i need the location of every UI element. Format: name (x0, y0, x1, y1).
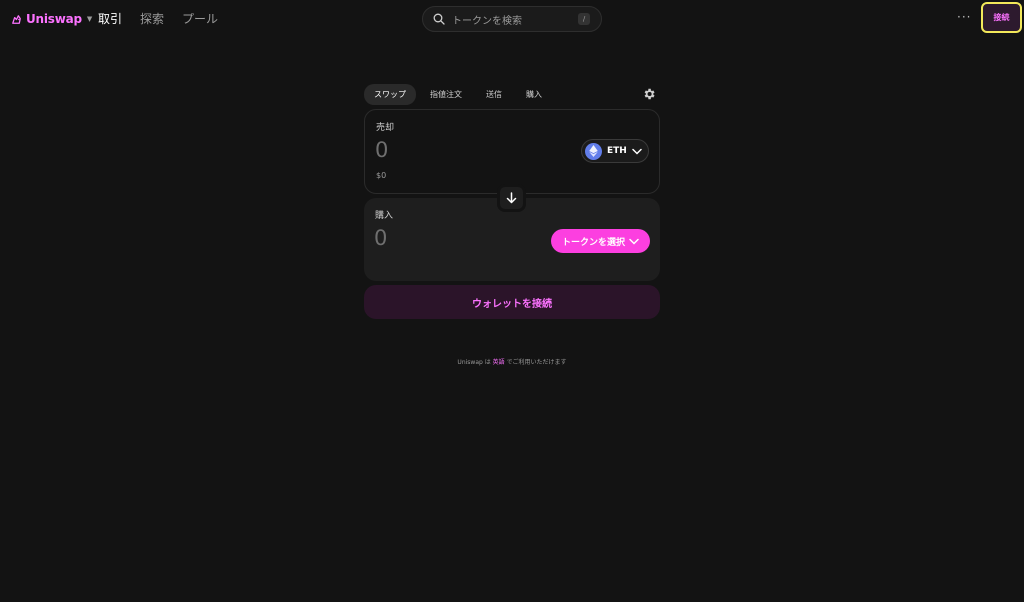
connect-wallet-button[interactable]: ウォレットを接続 (364, 285, 660, 319)
caret-down-icon: ▼ (86, 15, 93, 23)
ethereum-icon (585, 142, 602, 160)
tab-send[interactable]: 送信 (476, 84, 512, 105)
connect-label: 接続 (993, 13, 1010, 22)
buy-label: 購入 (375, 211, 394, 221)
buy-amount-input[interactable]: 0 (374, 226, 387, 250)
arrow-down-icon (506, 192, 517, 204)
language-notice-suffix: でご利用いただけます (504, 359, 567, 366)
language-link[interactable]: 英語 (493, 359, 505, 366)
sell-token-selector[interactable]: ETH (581, 139, 649, 163)
logo-text: Uniswap (26, 12, 82, 26)
gear-icon[interactable] (642, 87, 656, 101)
uniswap-logo[interactable]: Uniswap ▼ (10, 10, 92, 28)
tab-limit[interactable]: 指値注文 (420, 84, 472, 105)
swap-tabs: スワップ 指値注文 送信 購入 (364, 83, 660, 105)
nav-explore[interactable]: 探索 (140, 10, 164, 27)
connect-wallet-label: ウォレットを接続 (472, 298, 552, 310)
chevron-down-icon (632, 148, 642, 155)
language-notice-prefix: Uniswap は (457, 359, 493, 366)
sell-label: 売却 (376, 123, 395, 133)
tab-swap[interactable]: スワップ (364, 83, 416, 105)
select-token-label: トークンを選択 (561, 237, 625, 248)
sell-panel: 売却 0 $0 ETH (364, 109, 660, 194)
keyboard-shortcut-badge: / (578, 13, 590, 25)
select-token-button[interactable]: トークンを選択 (551, 229, 650, 253)
nav-trade[interactable]: 取引 (98, 10, 122, 27)
main-nav: 取引 探索 プール (98, 10, 218, 27)
search-icon (433, 13, 445, 25)
nav-pool[interactable]: プール (182, 10, 218, 27)
swap-widget: スワップ 指値注文 送信 購入 売却 0 $0 ETH 購入 0 トークンを選択… (364, 83, 660, 319)
connect-button[interactable]: 接続 (981, 2, 1022, 33)
sell-usd-value: $0 (376, 171, 387, 180)
top-navigation-bar: Uniswap ▼ 取引 探索 プール トークンを検索 / ··· 接続 (0, 0, 1024, 36)
swap-direction-button[interactable] (497, 184, 526, 212)
more-options-button[interactable]: ··· (957, 10, 971, 24)
sell-token-symbol: ETH (607, 146, 627, 156)
language-notice: Uniswap は 英語 でご利用いただけます (0, 357, 1024, 366)
unicorn-icon (12, 14, 21, 24)
tab-buy[interactable]: 購入 (516, 84, 552, 105)
token-search-input[interactable]: トークンを検索 / (422, 6, 602, 32)
sell-amount-input[interactable]: 0 (375, 138, 388, 162)
search-placeholder: トークンを検索 (452, 15, 522, 27)
chevron-down-icon (629, 238, 639, 245)
